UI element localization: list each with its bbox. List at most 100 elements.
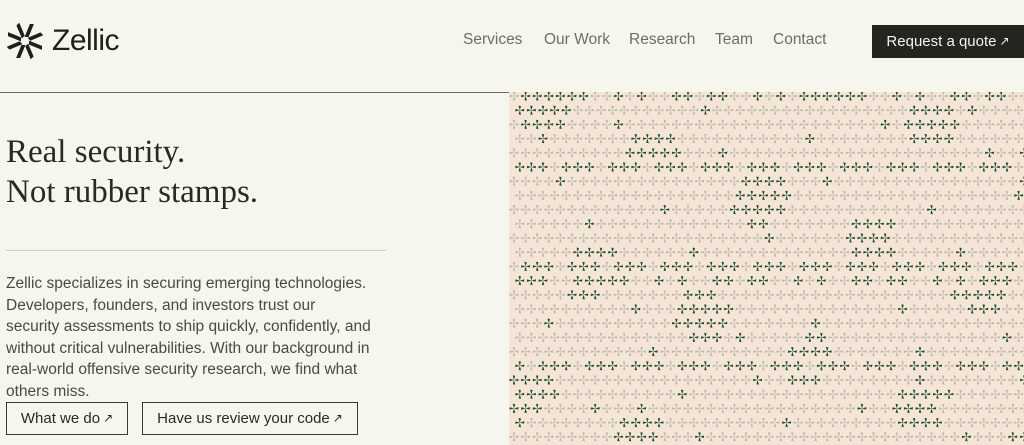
pinwheel-icon [637, 119, 647, 129]
pinwheel-icon [671, 119, 681, 129]
pinwheel-icon [671, 92, 681, 101]
pinwheel-icon [990, 219, 1000, 229]
pinwheel-icon [863, 219, 873, 229]
pinwheel-icon [869, 148, 879, 158]
pinwheel-icon [515, 134, 525, 144]
pinwheel-icon [967, 276, 977, 286]
pinwheel-icon [915, 233, 925, 243]
pinwheel-icon [938, 176, 948, 186]
pinwheel-icon [619, 389, 629, 399]
pinwheel-icon [683, 119, 693, 129]
pinwheel-icon [845, 403, 855, 413]
pinwheel-icon [724, 190, 734, 200]
pinwheel-icon [642, 105, 652, 115]
what-we-do-button[interactable]: What we do ↗ [6, 402, 128, 435]
pinwheel-icon [874, 304, 884, 314]
pinwheel-icon [938, 318, 948, 328]
pinwheel-icon [903, 403, 913, 413]
pinwheel-icon [555, 233, 566, 243]
pinwheel-icon [718, 205, 728, 215]
pinwheel-icon [776, 432, 786, 442]
pinwheel-icon [689, 247, 699, 257]
pinwheel-icon [706, 403, 716, 413]
pinwheel-icon [753, 375, 763, 385]
pinwheel-icon [932, 162, 942, 172]
nav-item-contact[interactable]: Contact [773, 31, 826, 49]
pinwheel-icon [695, 205, 705, 215]
pinwheel-icon [921, 247, 931, 257]
pinwheel-icon [561, 332, 571, 342]
pinwheel-icon [677, 332, 687, 342]
review-code-button[interactable]: Have us review your code ↗ [142, 402, 358, 435]
pinwheel-icon [921, 134, 931, 144]
pinwheel-icon [677, 162, 687, 172]
pinwheel-icon [671, 148, 681, 158]
pinwheel-icon [532, 403, 542, 413]
pinwheel-icon [956, 332, 966, 342]
pinwheel-icon [805, 276, 815, 286]
pinwheel-icon [793, 276, 803, 286]
pinwheel-icon [811, 176, 821, 186]
pinwheel-icon [880, 176, 890, 186]
pinwheel-icon [683, 432, 693, 442]
pinwheel-icon [944, 134, 954, 144]
pinwheel-icon [718, 290, 728, 300]
pinwheel-icon [799, 318, 809, 328]
pinwheel-icon [700, 361, 710, 371]
pinwheel-icon [805, 219, 815, 229]
pinwheel-icon [584, 389, 595, 399]
pinwheel-icon [637, 261, 647, 271]
pinwheel-icon [921, 105, 931, 115]
pinwheel-icon [596, 105, 606, 115]
pinwheel-icon [607, 105, 618, 115]
pinwheel-icon [578, 375, 589, 385]
pinwheel-icon [1019, 290, 1024, 300]
pinwheel-icon [898, 219, 908, 229]
nav-item-services[interactable]: Services [463, 31, 522, 49]
pinwheel-icon [915, 403, 925, 413]
pinwheel-icon [828, 304, 838, 314]
pinwheel-icon [787, 233, 797, 243]
pinwheel-icon [613, 432, 624, 442]
pinwheel-icon [840, 134, 850, 144]
pinwheel-icon [973, 148, 983, 158]
pinwheel-icon [538, 361, 548, 371]
nav-item-our-work[interactable]: Our Work [544, 31, 610, 49]
logo[interactable]: Zellic [6, 22, 120, 60]
pinwheel-icon [706, 347, 716, 357]
pinwheel-icon [758, 389, 768, 399]
nav-item-research[interactable]: Research [629, 31, 695, 49]
pinwheel-icon [549, 389, 560, 399]
pinwheel-icon [729, 432, 739, 442]
pinwheel-icon [822, 233, 832, 243]
pinwheel-icon [886, 190, 896, 200]
pinwheel-icon [613, 148, 624, 158]
pinwheel-icon [596, 361, 606, 371]
nav-item-team[interactable]: Team [715, 31, 753, 49]
pinwheel-icon [898, 332, 908, 342]
pinwheel-icon [706, 119, 716, 129]
request-quote-button[interactable]: Request a quote ↗ [872, 25, 1024, 58]
pinwheel-icon [776, 290, 786, 300]
pinwheel-icon [915, 92, 925, 101]
pinwheel-icon [706, 375, 716, 385]
pinwheel-icon [915, 290, 925, 300]
pinwheel-icon [532, 432, 542, 442]
pinwheel-icon [619, 247, 629, 257]
pinwheel-icon [880, 261, 890, 271]
pinwheel-icon [886, 105, 896, 115]
pinwheel-icon [683, 347, 693, 357]
pinwheel-icon [700, 304, 710, 314]
pinwheel-icon [741, 119, 751, 129]
pinwheel-icon [573, 190, 583, 200]
pinwheel-icon [1002, 190, 1012, 200]
pinwheel-icon [712, 190, 722, 200]
pinwheel-icon [1002, 276, 1012, 286]
pinwheel-icon [521, 92, 531, 101]
pinwheel-icon [666, 332, 676, 342]
pinwheel-icon [990, 276, 1000, 286]
pinwheel-icon [845, 233, 855, 243]
pinwheel-icon [851, 162, 861, 172]
pinwheel-icon [549, 134, 560, 144]
pinwheel-icon [938, 261, 948, 271]
